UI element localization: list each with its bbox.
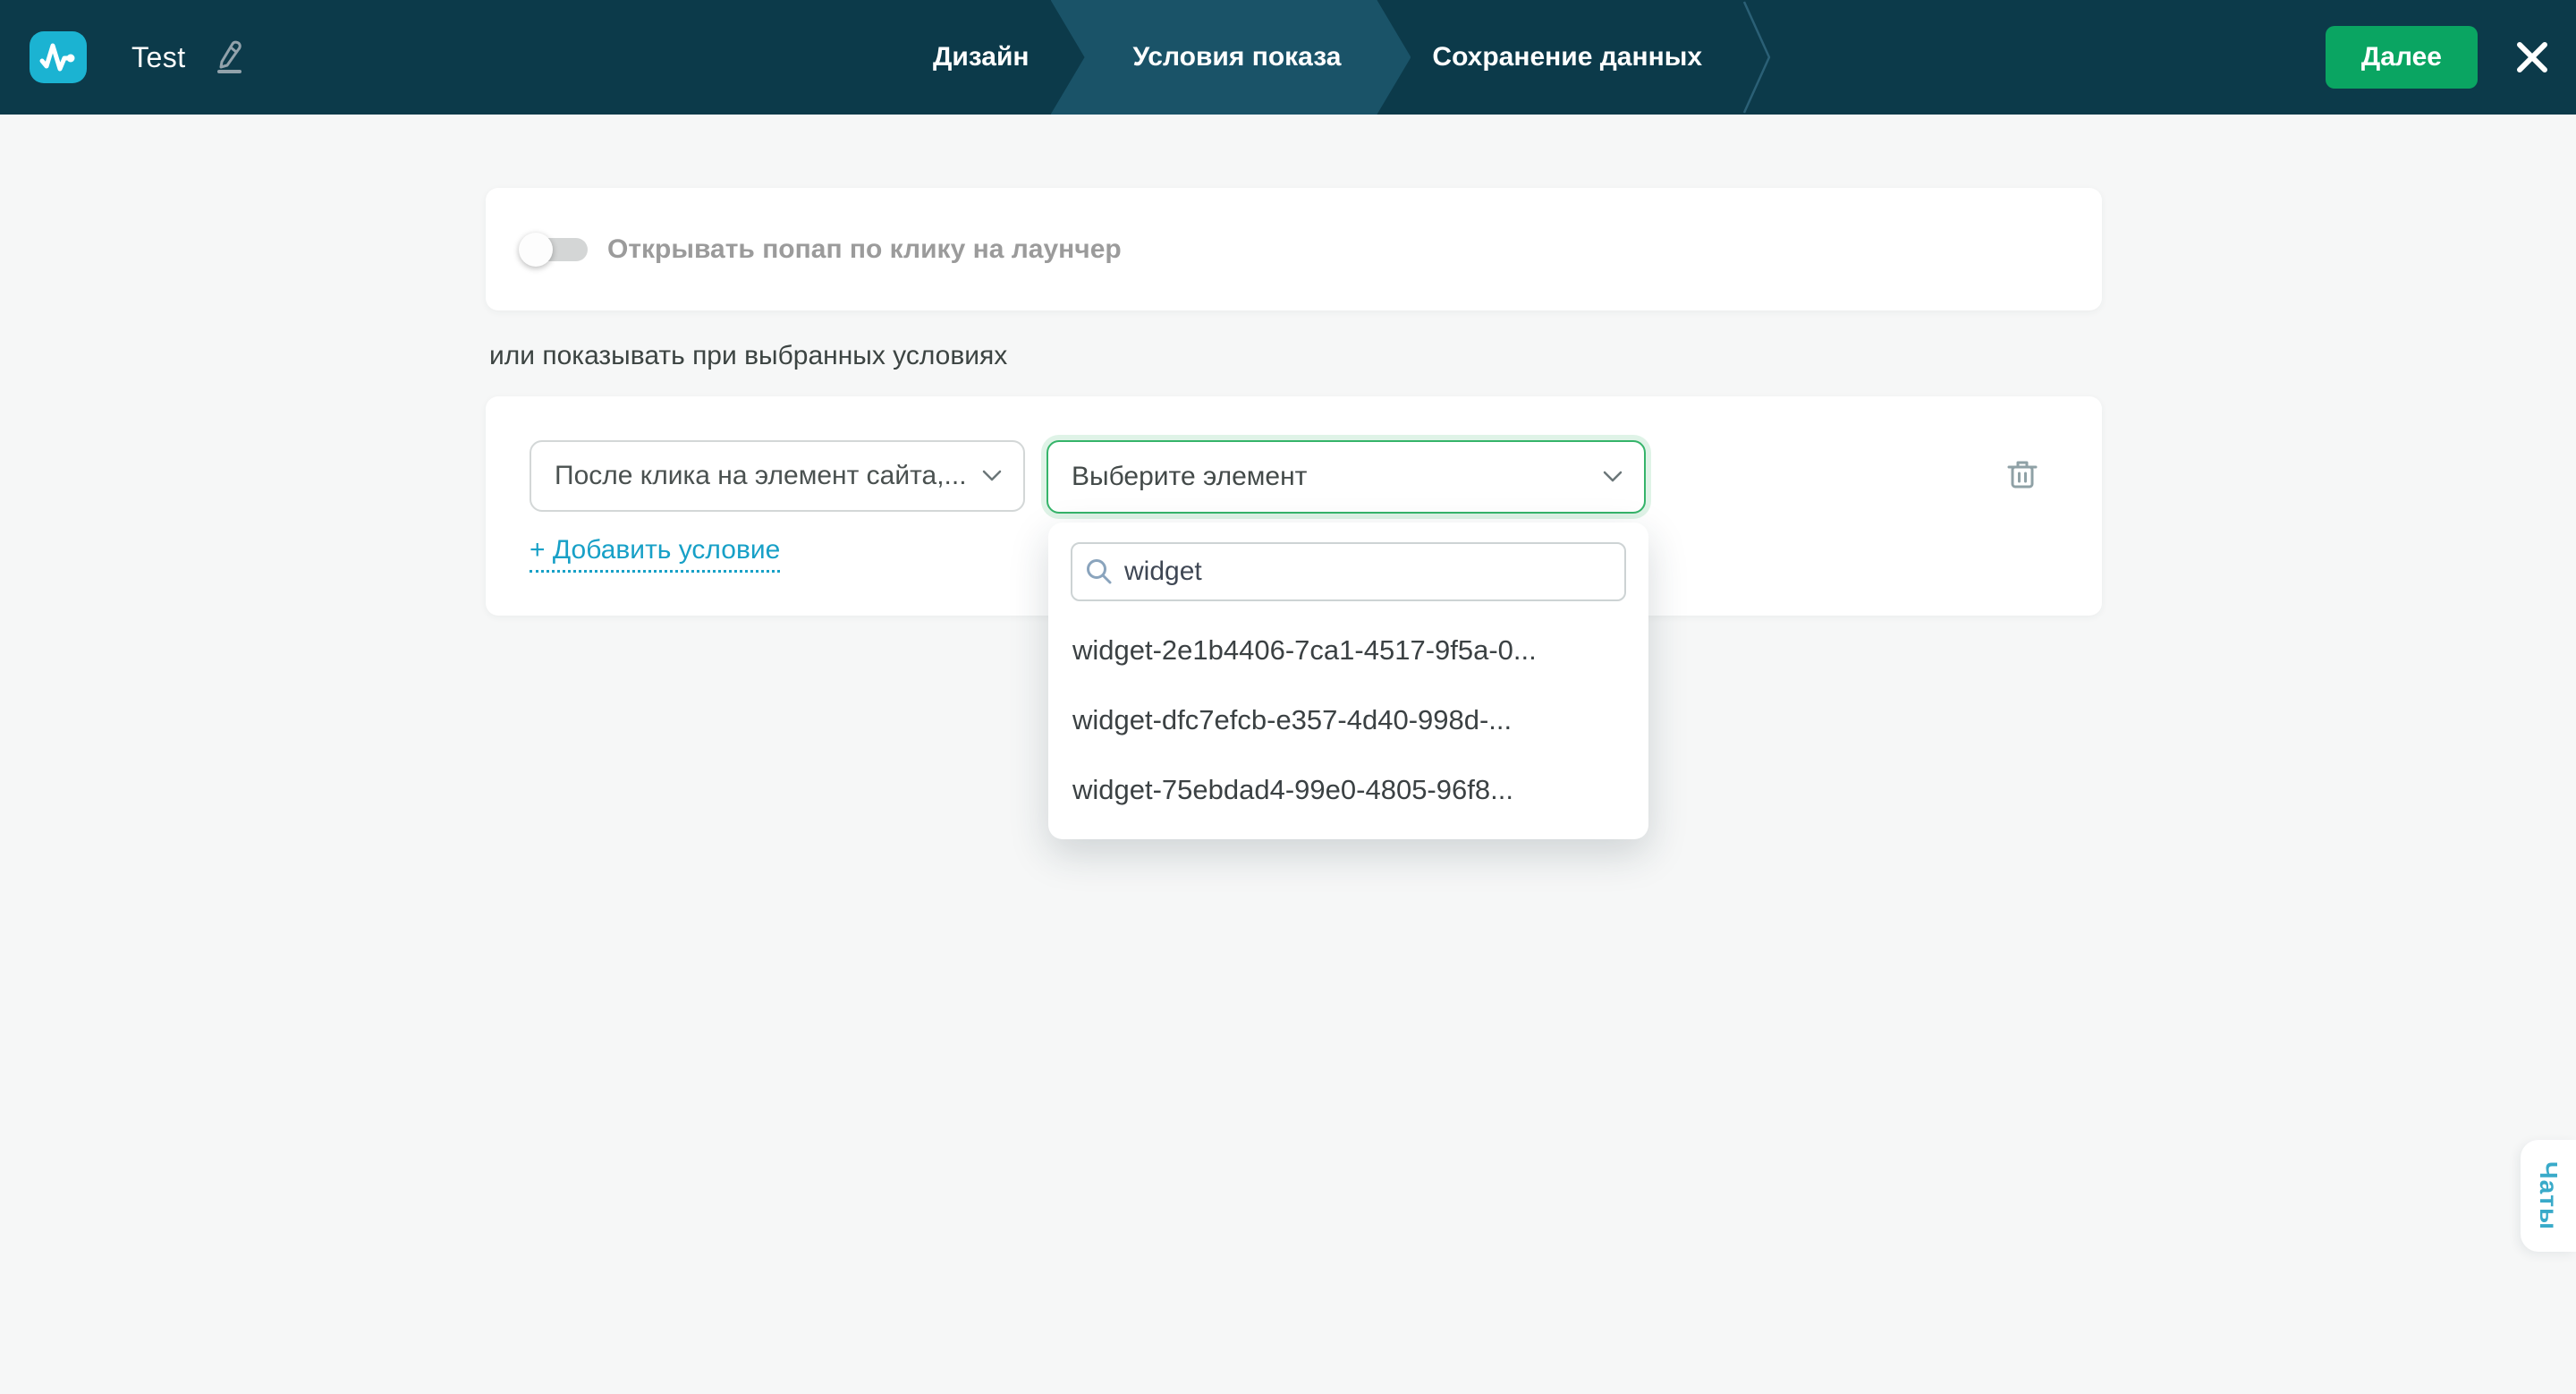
chats-side-tab[interactable]: Чаты xyxy=(2521,1140,2576,1252)
app-logo xyxy=(30,31,87,83)
close-icon xyxy=(2514,39,2550,75)
dropdown-option[interactable]: widget-2e1b4406-7ca1-4517-9f5a-0... xyxy=(1048,616,1648,685)
chevron-down-icon xyxy=(1603,471,1623,483)
pulse-icon xyxy=(38,39,78,75)
dropdown-search-wrap xyxy=(1071,542,1626,601)
delete-condition-button[interactable] xyxy=(2006,457,2038,491)
pencil-icon xyxy=(213,40,245,74)
dropdown-option[interactable]: widget-dfc7efcb-e357-4d40-998d-... xyxy=(1048,685,1648,755)
trigger-type-value: После клика на элемент сайта,... xyxy=(555,461,967,491)
element-select[interactable]: Выберите элемент xyxy=(1046,440,1646,514)
header: Test Дизайн Условия показа Сохранение да… xyxy=(0,0,2576,115)
search-icon xyxy=(1083,556,1115,588)
dropdown-options: widget-2e1b4406-7ca1-4517-9f5a-0... widg… xyxy=(1048,616,1648,825)
edit-title-button[interactable] xyxy=(213,40,245,74)
or-conditions-text: или показывать при выбранных условиях xyxy=(489,341,1007,371)
chats-tab-label: Чаты xyxy=(2534,1161,2563,1230)
add-condition-link[interactable]: + Добавить условие xyxy=(530,535,780,573)
next-button[interactable]: Далее xyxy=(2326,26,2478,89)
header-actions: Далее xyxy=(2326,0,2576,115)
chevron-separator-icon xyxy=(1741,0,1772,115)
tab-design[interactable]: Дизайн xyxy=(894,0,1069,115)
popup-builder-page: Test Дизайн Условия показа Сохранение да… xyxy=(0,0,2576,1394)
tab-data-saving[interactable]: Сохранение данных xyxy=(1393,0,1741,115)
element-select-value: Выберите элемент xyxy=(1072,462,1307,492)
conditions-card: После клика на элемент сайта,... Выберит… xyxy=(486,396,2102,616)
launcher-toggle[interactable] xyxy=(523,238,588,261)
close-button[interactable] xyxy=(2508,33,2556,81)
chevron-down-icon xyxy=(982,470,1002,482)
launcher-toggle-label: Открывать попап по клику на лаунчер xyxy=(607,234,1122,265)
wizard-steps: Дизайн Условия показа Сохранение данных xyxy=(894,0,1772,115)
dropdown-option[interactable]: widget-75ebdad4-99e0-4805-96f8... xyxy=(1048,755,1648,825)
trash-icon xyxy=(2007,458,2038,490)
element-dropdown-panel: widget-2e1b4406-7ca1-4517-9f5a-0... widg… xyxy=(1048,523,1648,839)
toggle-knob-icon xyxy=(519,233,553,267)
project-title: Test xyxy=(131,41,186,74)
tab-display-conditions[interactable]: Условия показа xyxy=(1051,0,1411,115)
launcher-card: Открывать попап по клику на лаунчер xyxy=(486,188,2102,310)
brand: Test xyxy=(30,31,245,83)
condition-row: После клика на элемент сайта,... Выберит… xyxy=(530,440,1646,514)
element-search-input[interactable] xyxy=(1071,542,1626,601)
trigger-type-select[interactable]: После клика на элемент сайта,... xyxy=(530,440,1025,512)
